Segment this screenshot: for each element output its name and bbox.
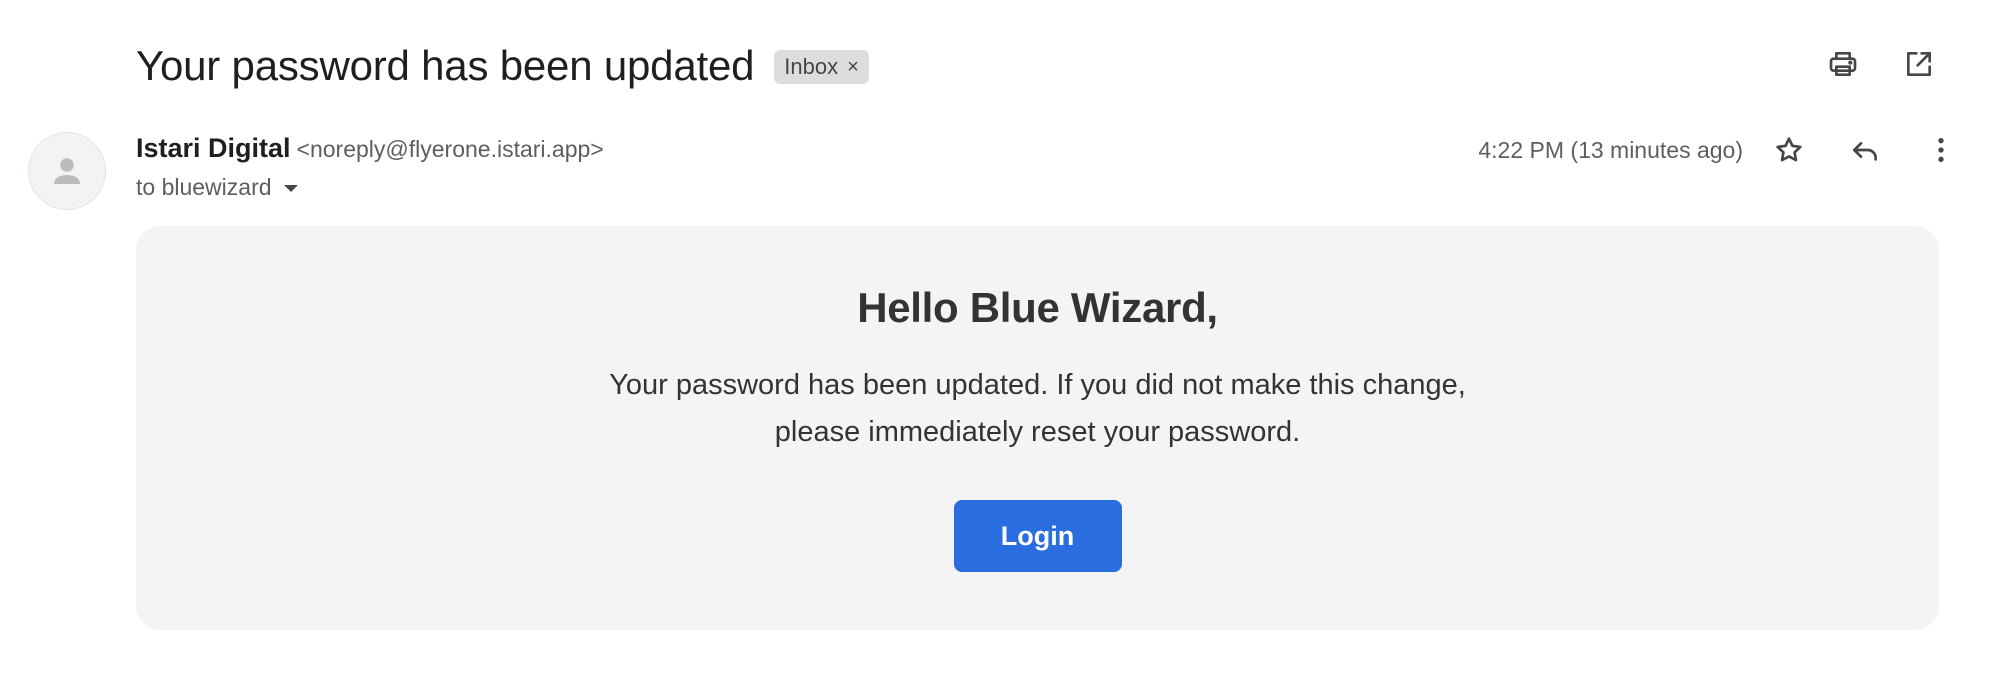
login-button[interactable]: Login <box>953 500 1122 572</box>
inbox-label-chip[interactable]: Inbox × <box>774 50 869 84</box>
timestamp: 4:22 PM (13 minutes ago) <box>1478 136 1743 163</box>
sender-email: <noreply@flyerone.istari.app> <box>296 136 604 162</box>
sender-line: Istari Digital <noreply@flyerone.istari.… <box>136 133 604 164</box>
sender-name[interactable]: Istari Digital <box>136 133 291 164</box>
greeting-heading: Hello Blue Wizard, <box>857 284 1218 331</box>
message-card: Hello Blue Wizard, Your password has bee… <box>136 226 1939 630</box>
avatar[interactable] <box>28 132 106 210</box>
subject-row: Your password has been updated Inbox × <box>136 36 869 96</box>
label-chip-text: Inbox <box>784 54 839 79</box>
reply-icon[interactable] <box>1847 132 1883 168</box>
message-actions: 4:22 PM (13 minutes ago) <box>1478 132 1959 168</box>
star-icon[interactable] <box>1771 132 1807 168</box>
person-icon <box>54 158 80 184</box>
open-in-new-icon[interactable] <box>1901 46 1937 82</box>
top-actions <box>1825 46 1937 82</box>
remove-label-icon[interactable]: × <box>847 56 859 79</box>
sender-block: Istari Digital <noreply@flyerone.istari.… <box>136 133 604 201</box>
email-view: Your password has been updated Inbox × I… <box>0 0 1999 694</box>
recipient-text: to bluewizard <box>136 174 272 200</box>
print-icon[interactable] <box>1825 46 1861 82</box>
show-details-icon[interactable] <box>283 185 298 192</box>
recipient-line: to bluewizard <box>136 174 604 201</box>
more-vert-icon[interactable] <box>1923 132 1959 168</box>
message-body: Your password has been updated. If you d… <box>609 369 1466 448</box>
email-subject: Your password has been updated <box>136 42 755 89</box>
